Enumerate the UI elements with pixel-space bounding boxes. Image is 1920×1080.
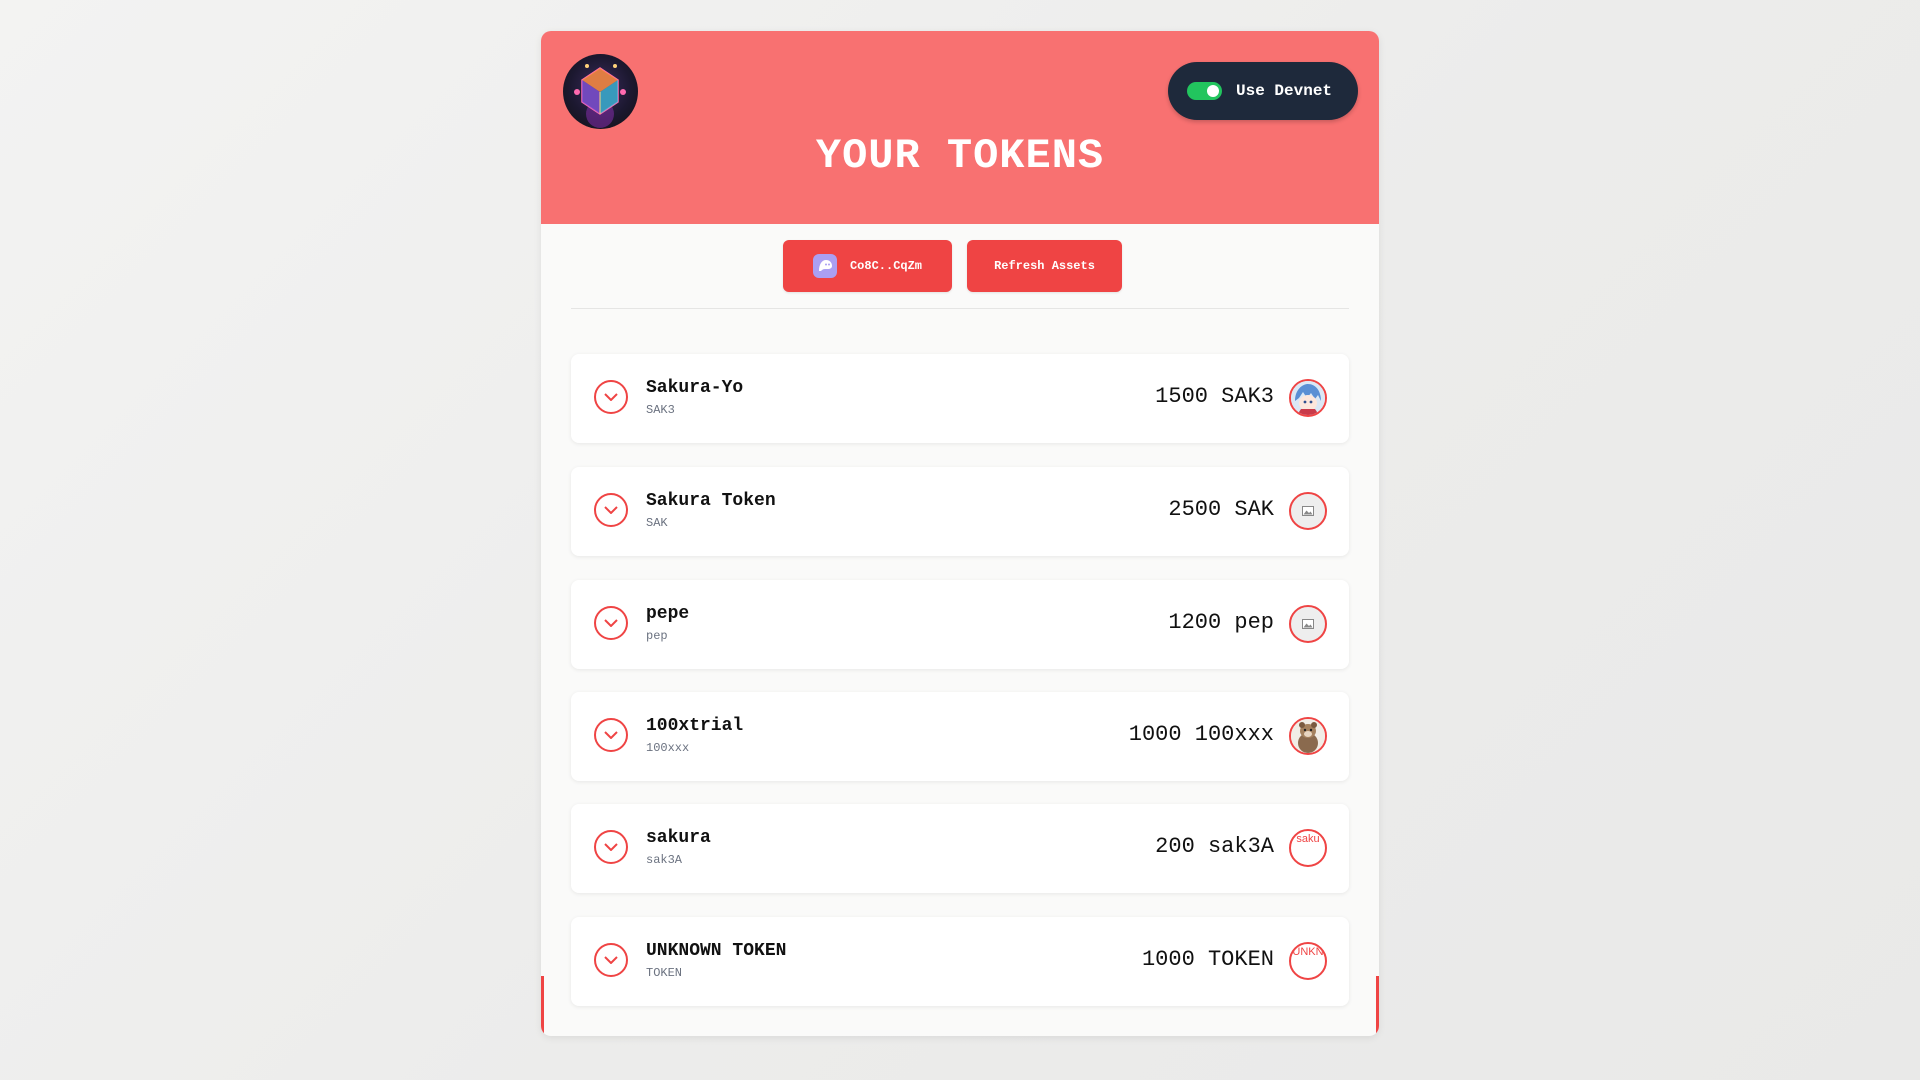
token-balance: 200 sak3A	[1155, 834, 1274, 859]
image-placeholder-icon	[1289, 605, 1327, 643]
frame-corner-left	[541, 976, 631, 1036]
chevron-down-icon[interactable]	[594, 718, 628, 752]
animal-avatar-icon	[1289, 717, 1327, 755]
token-symbol: 100xxx	[646, 741, 690, 755]
image-alt-text: saku	[1296, 833, 1320, 845]
token-row[interactable]: sakura sak3A 200 sak3A saku	[571, 804, 1349, 893]
devnet-label: Use Devnet	[1236, 82, 1333, 100]
broken-image-icon: saku	[1289, 829, 1327, 867]
token-row[interactable]: Sakura-Yo SAK3 1500 SAK3	[571, 354, 1349, 443]
chevron-down-icon[interactable]	[594, 830, 628, 864]
token-row[interactable]: pepe pep 1200 pep	[571, 580, 1349, 669]
chevron-down-icon[interactable]	[594, 380, 628, 414]
token-symbol: pep	[646, 629, 668, 643]
token-balance: 1200 pep	[1168, 610, 1274, 635]
phantom-wallet-icon	[812, 254, 837, 278]
image-placeholder-icon	[1289, 492, 1327, 530]
token-name: Sakura-Yo	[646, 378, 744, 398]
chevron-down-icon[interactable]	[594, 493, 628, 527]
chevron-down-icon[interactable]	[594, 943, 628, 977]
broken-image-icon: UNKN	[1289, 942, 1327, 980]
token-name: pepe	[646, 604, 690, 624]
chevron-down-icon[interactable]	[594, 606, 628, 640]
tokens-panel: Use Devnet YOUR TOKENS Co8C..CqZm Refres…	[541, 31, 1379, 1036]
token-symbol: sak3A	[646, 853, 683, 867]
token-balance: 1000 100xxx	[1128, 722, 1274, 747]
token-balance: 2500 SAK	[1168, 497, 1274, 522]
page-title: YOUR TOKENS	[815, 132, 1105, 180]
devnet-toggle[interactable]: Use Devnet	[1168, 62, 1358, 120]
header: Use Devnet YOUR TOKENS	[541, 31, 1379, 224]
refresh-assets-button[interactable]: Refresh Assets	[967, 240, 1122, 292]
token-name: UNKNOWN TOKEN	[646, 941, 787, 961]
anime-avatar-icon	[1289, 379, 1327, 417]
token-row[interactable]: 100xtrial 100xxx 1000 100xxx	[571, 692, 1349, 781]
token-balance: 1000 TOKEN	[1141, 947, 1274, 972]
token-name: Sakura Token	[646, 491, 776, 511]
frame-corner-right	[1289, 976, 1379, 1036]
token-row[interactable]: Sakura Token SAK 2500 SAK	[571, 467, 1349, 556]
token-symbol: SAK	[646, 516, 668, 530]
divider	[571, 308, 1349, 309]
token-balance: 1500 SAK3	[1155, 384, 1274, 409]
toggle-knob	[1207, 85, 1219, 97]
app-logo	[563, 54, 638, 129]
token-symbol: SAK3	[646, 403, 675, 417]
token-symbol: TOKEN	[646, 966, 683, 980]
token-row[interactable]: UNKNOWN TOKEN TOKEN 1000 TOKEN UNKN	[571, 917, 1349, 1006]
token-name: 100xtrial	[646, 716, 744, 736]
token-name: sakura	[646, 828, 711, 848]
wallet-button[interactable]: Co8C..CqZm	[783, 240, 952, 292]
toggle-switch[interactable]	[1187, 82, 1222, 100]
image-alt-text: UNKN	[1292, 946, 1324, 958]
wallet-address: Co8C..CqZm	[849, 259, 922, 273]
